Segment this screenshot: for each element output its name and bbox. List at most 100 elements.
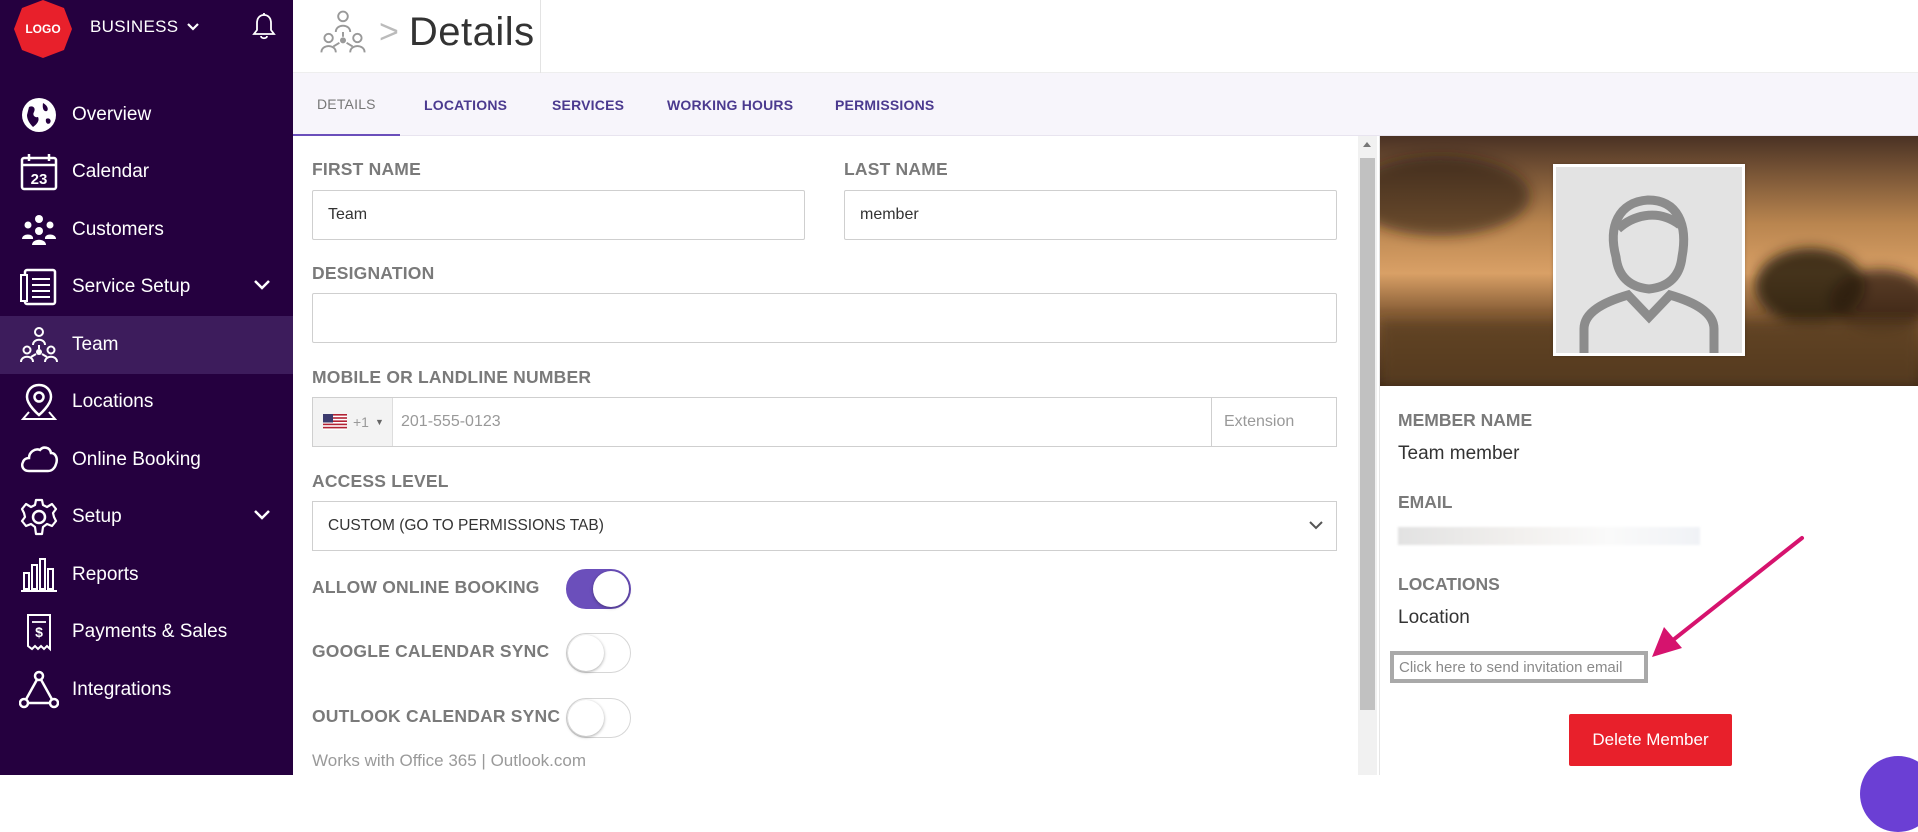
brand-bar: LOGO BUSINESS xyxy=(0,0,293,58)
person-placeholder-icon xyxy=(1579,195,1719,353)
toggle-knob xyxy=(568,700,604,736)
chevron-down-icon xyxy=(187,23,200,31)
nav-label: Calendar xyxy=(72,161,150,183)
google-sync-label: GOOGLE CALENDAR SYNC xyxy=(312,641,550,661)
phone-input[interactable] xyxy=(393,398,1211,446)
svg-text:$: $ xyxy=(35,624,43,640)
nav-item-reports[interactable]: Reports xyxy=(0,546,293,604)
list-icon xyxy=(18,266,60,308)
toggle-knob xyxy=(593,571,629,607)
nav-label: Service Setup xyxy=(72,276,191,298)
last-name-label: LAST NAME xyxy=(844,159,948,179)
svg-text:23: 23 xyxy=(31,171,48,188)
header-divider xyxy=(540,0,541,73)
outlook-sync-label: OUTLOOK CALENDAR SYNC xyxy=(312,706,561,726)
member-summary-card: MEMBER NAME Team member EMAIL LOCATIONS … xyxy=(1379,136,1918,832)
breadcrumb: > Details xyxy=(317,4,535,60)
phone-field: +1 ▼ xyxy=(312,397,1337,447)
country-code: +1 xyxy=(353,414,369,430)
chevron-down-icon[interactable] xyxy=(253,279,271,291)
tab-services[interactable]: SERVICES xyxy=(528,73,648,136)
nav-item-setup[interactable]: Setup xyxy=(0,489,293,547)
phone-label: MOBILE OR LANDLINE NUMBER xyxy=(312,367,592,387)
receipt-icon: $ xyxy=(18,611,60,653)
toggle-knob xyxy=(568,635,604,671)
calendar-icon: 23 xyxy=(18,151,60,193)
avatar[interactable] xyxy=(1553,164,1745,356)
access-level-label: ACCESS LEVEL xyxy=(312,471,449,491)
page-title: Details xyxy=(408,9,535,54)
team-icon xyxy=(18,324,60,366)
nav-item-team[interactable]: Team xyxy=(0,316,293,374)
annotation-arrow-icon xyxy=(1652,536,1804,657)
designation-input[interactable] xyxy=(312,293,1337,343)
member-details-form: FIRST NAME LAST NAME DESIGNATION MOBILE … xyxy=(293,136,1358,775)
access-level-value: CUSTOM (GO TO PERMISSIONS TAB) xyxy=(328,517,604,534)
business-label: BUSINESS xyxy=(90,17,179,36)
nav-label: Locations xyxy=(72,391,154,413)
page-header: > Details xyxy=(293,0,1918,73)
nav-item-integrations[interactable]: Integrations xyxy=(0,661,293,719)
map-pin-icon xyxy=(18,381,60,423)
first-name-input[interactable] xyxy=(312,190,805,240)
nav-label: Integrations xyxy=(72,678,172,700)
chevron-down-icon xyxy=(1309,521,1323,530)
profile-cover-image xyxy=(1380,136,1918,386)
locations-value: Location xyxy=(1398,607,1470,628)
delete-member-button[interactable]: Delete Member xyxy=(1569,714,1732,766)
member-name-value: Team member xyxy=(1398,443,1520,464)
nav-label: Team xyxy=(72,333,119,355)
member-name-label: MEMBER NAME xyxy=(1398,410,1533,430)
logo-text: LOGO xyxy=(25,22,60,36)
chevron-down-icon[interactable] xyxy=(253,509,271,521)
access-level-select[interactable]: CUSTOM (GO TO PERMISSIONS TAB) xyxy=(312,501,1337,551)
locations-label: LOCATIONS xyxy=(1398,574,1500,594)
nav-item-customers[interactable]: Customers xyxy=(0,201,293,259)
nav-item-online-booking[interactable]: Online Booking xyxy=(0,431,293,489)
designation-label: DESIGNATION xyxy=(312,263,435,283)
tab-locations[interactable]: LOCATIONS xyxy=(400,73,531,136)
nav-item-overview[interactable]: Overview xyxy=(0,86,293,144)
chat-widget-button[interactable] xyxy=(1860,756,1918,832)
country-code-dropdown[interactable]: +1 ▼ xyxy=(313,398,393,446)
nav-item-payments-sales[interactable]: $ Payments & Sales xyxy=(0,604,293,662)
breadcrumb-separator: > xyxy=(379,12,399,51)
online-booking-toggle[interactable] xyxy=(566,569,631,609)
nav-item-service-setup[interactable]: Service Setup xyxy=(0,259,293,317)
send-invitation-link[interactable]: Click here to send invitation email xyxy=(1390,651,1648,683)
nav-label: Setup xyxy=(72,506,122,528)
nav-label: Online Booking xyxy=(72,448,201,470)
first-name-label: FIRST NAME xyxy=(312,159,421,179)
team-icon[interactable] xyxy=(317,8,369,56)
outlook-sync-note: Works with Office 365 | Outlook.com xyxy=(312,751,587,770)
business-switcher[interactable]: BUSINESS xyxy=(90,17,200,37)
tab-details[interactable]: DETAILS xyxy=(293,73,400,136)
nav-item-locations[interactable]: Locations xyxy=(0,374,293,432)
cloud-icon xyxy=(18,439,60,481)
scroll-up-arrow[interactable] xyxy=(1363,142,1371,147)
scrollbar-thumb[interactable] xyxy=(1360,158,1375,710)
nav-label: Overview xyxy=(72,103,152,125)
main-nav: Overview 23 Calendar Customers Service S… xyxy=(0,86,293,719)
email-label: EMAIL xyxy=(1398,492,1453,512)
nav-label: Reports xyxy=(72,563,139,585)
caret-down-icon: ▼ xyxy=(374,417,384,427)
google-sync-toggle[interactable] xyxy=(566,633,631,673)
logo[interactable]: LOGO xyxy=(14,0,72,58)
us-flag-icon xyxy=(323,414,347,430)
gear-icon xyxy=(18,496,60,538)
form-scrollbar[interactable] xyxy=(1358,136,1377,775)
outlook-sync-toggle[interactable] xyxy=(566,698,631,738)
integrations-icon xyxy=(18,669,60,711)
tab-permissions[interactable]: PERMISSIONS xyxy=(811,73,958,136)
bell-icon[interactable] xyxy=(250,12,278,42)
nav-label: Customers xyxy=(72,218,164,240)
tab-working-hours[interactable]: WORKING HOURS xyxy=(643,73,817,136)
extension-input[interactable] xyxy=(1211,398,1336,446)
globe-icon xyxy=(18,94,60,136)
nav-item-calendar[interactable]: 23 Calendar xyxy=(0,144,293,202)
online-booking-label: ALLOW ONLINE BOOKING xyxy=(312,577,540,597)
bar-chart-icon xyxy=(18,554,60,596)
last-name-input[interactable] xyxy=(844,190,1337,240)
nav-label: Payments & Sales xyxy=(72,621,228,643)
